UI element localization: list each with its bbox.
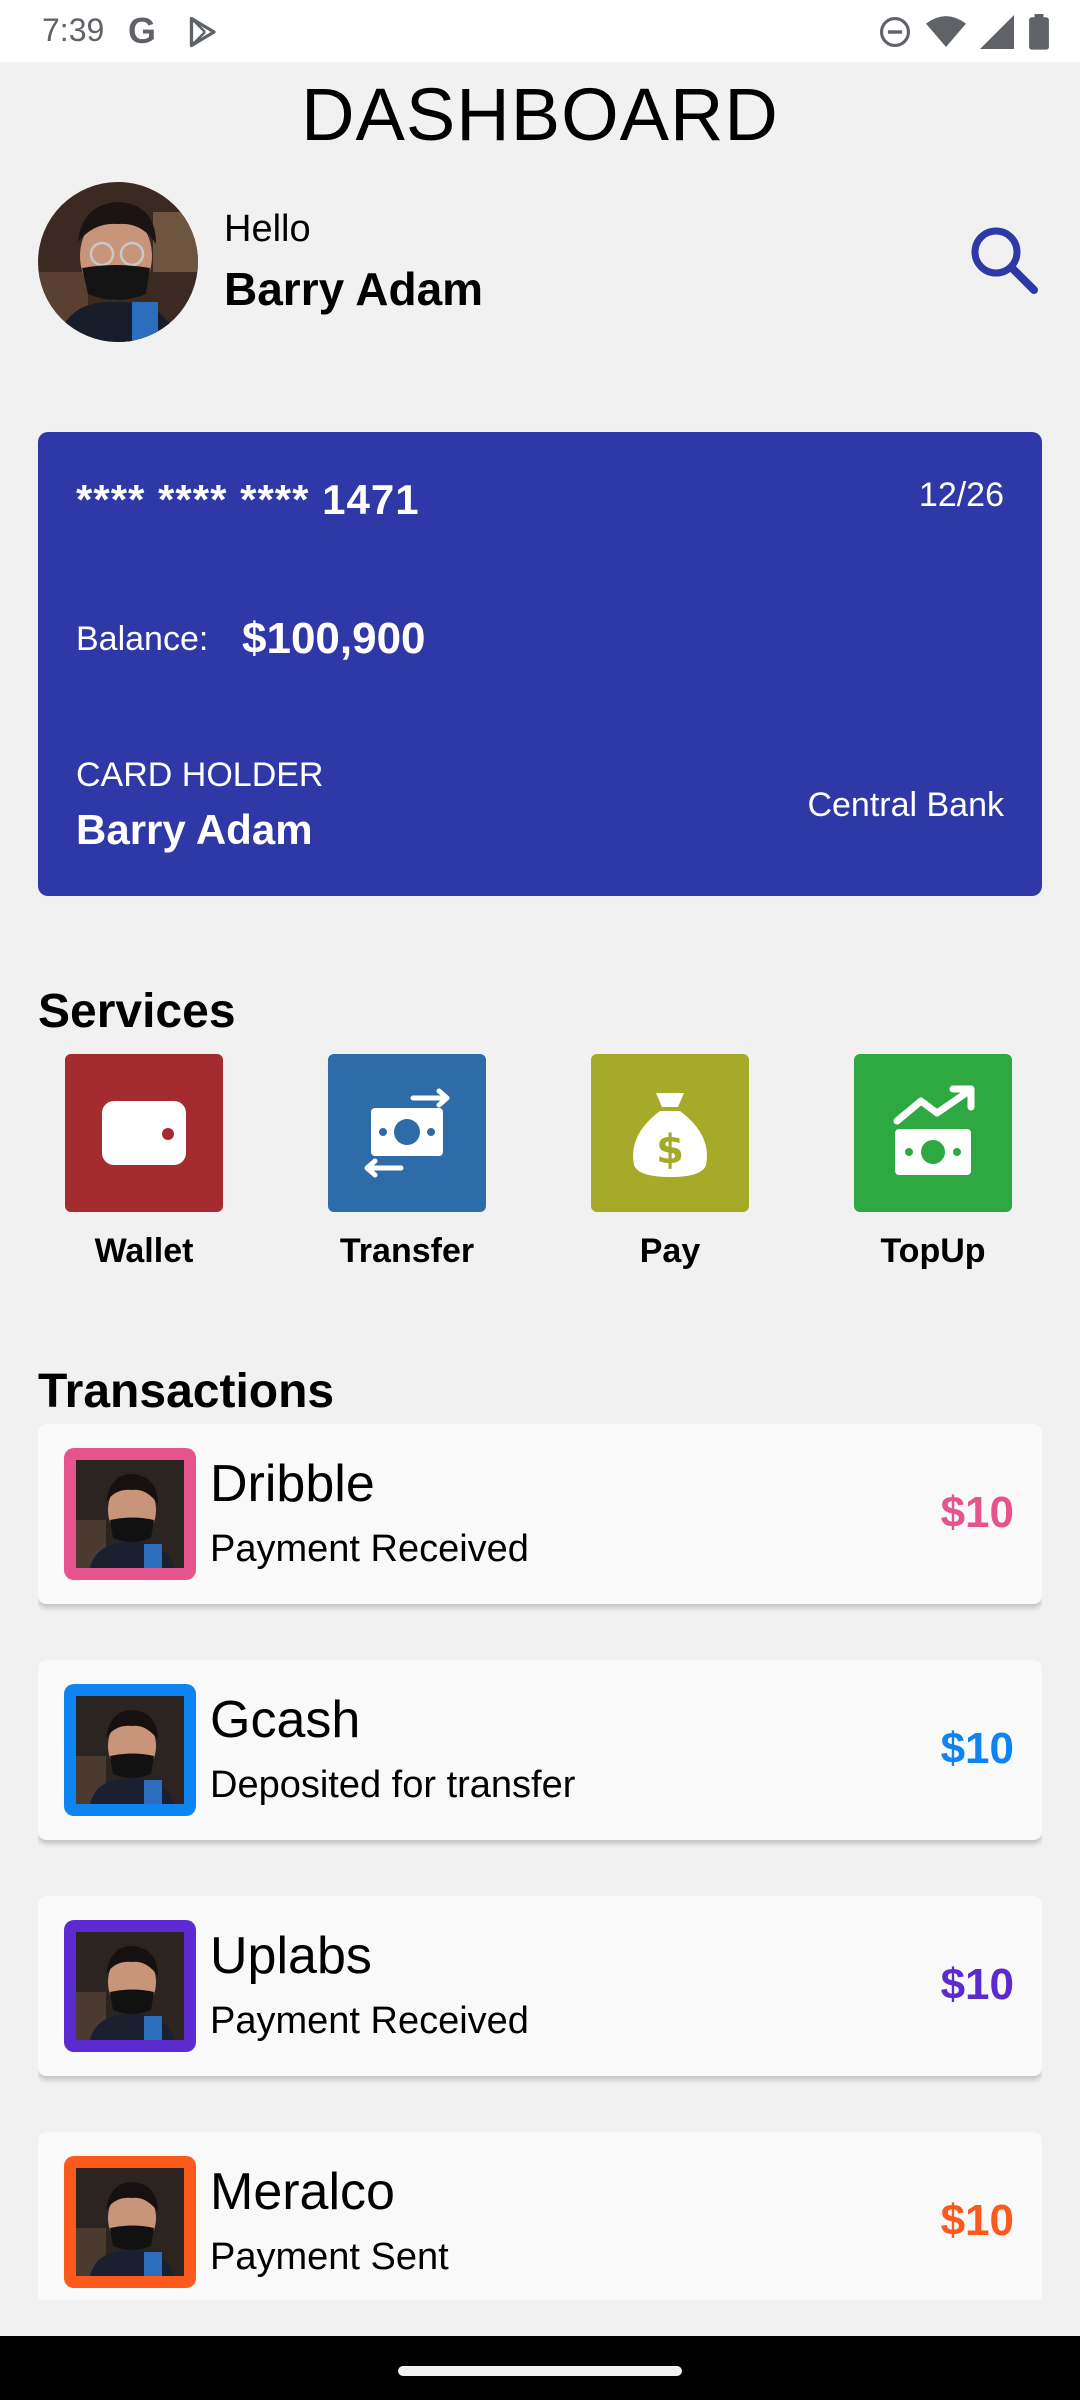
card-number: **** **** **** 1471 <box>76 476 420 523</box>
transaction-description: Deposited for transfer <box>210 1764 576 1806</box>
transaction-item[interactable]: Uplabs Payment Received $10 <box>38 1896 1042 2076</box>
status-bar: 7:39 G <box>0 0 1080 62</box>
photo <box>76 1460 184 1568</box>
battery-icon <box>1029 14 1049 50</box>
service-label: Wallet <box>94 1232 194 1270</box>
avatar[interactable] <box>38 182 198 342</box>
photo <box>76 2168 184 2276</box>
service-wallet[interactable]: Wallet <box>34 1054 254 1271</box>
transaction-name: Uplabs <box>210 1927 372 1985</box>
svg-text:$: $ <box>656 1127 684 1173</box>
transactions-list[interactable]: Dribble Payment Received $10 Gcash Depos… <box>38 1424 1042 2300</box>
card-holder-label: CARD HOLDER <box>76 756 324 794</box>
transaction-amount: $10 <box>940 1488 1014 1537</box>
transaction-thumbnail <box>64 2156 196 2288</box>
transaction-thumbnail <box>64 1684 196 1816</box>
service-label: Pay <box>639 1232 701 1270</box>
status-time: 7:39 <box>42 12 105 48</box>
google-icon: G <box>128 10 157 51</box>
bank-name: Central Bank <box>807 786 1004 824</box>
service-tile[interactable] <box>854 1054 1012 1212</box>
transaction-thumbnail <box>64 1920 196 2052</box>
transaction-description: Payment Received <box>210 2000 529 2042</box>
bank-card[interactable]: **** **** **** 1471 12/26 Balance: $100,… <box>38 432 1042 896</box>
money-bag-icon: $ <box>633 1093 707 1177</box>
home-indicator[interactable] <box>398 2366 682 2376</box>
balance-label: Balance: <box>76 620 209 658</box>
money-transfer-icon <box>364 1088 450 1178</box>
service-tile[interactable] <box>65 1054 223 1212</box>
service-pay[interactable]: $ Pay <box>560 1054 780 1271</box>
money-trend-up-icon <box>893 1085 975 1175</box>
card-expiry: 12/26 <box>918 476 1004 514</box>
transaction-description: Payment Sent <box>210 2236 449 2278</box>
search-icon <box>971 227 1038 294</box>
transaction-amount: $10 <box>940 1960 1014 2009</box>
search-button[interactable] <box>966 222 1042 298</box>
service-transfer[interactable]: Transfer <box>297 1054 517 1271</box>
transaction-thumbnail <box>64 1448 196 1580</box>
wifi-icon <box>926 16 966 47</box>
transaction-name: Dribble <box>210 1455 375 1513</box>
photo <box>76 1696 184 1804</box>
transaction-name: Gcash <box>210 1691 361 1749</box>
transaction-description: Payment Received <box>210 1528 529 1570</box>
greeting-text: Hello <box>224 208 311 250</box>
page-title: DASHBOARD <box>301 73 779 156</box>
service-topup[interactable]: TopUp <box>823 1054 1043 1271</box>
service-label: TopUp <box>880 1232 986 1270</box>
transaction-amount: $10 <box>940 2196 1014 2245</box>
signal-icon <box>980 15 1014 49</box>
transactions-title: Transactions <box>38 1365 335 1418</box>
card-holder-name: Barry Adam <box>76 806 313 853</box>
user-name: Barry Adam <box>224 263 484 315</box>
service-tile[interactable] <box>328 1054 486 1212</box>
transaction-item[interactable]: Meralco Payment Sent $10 <box>38 2132 1042 2300</box>
service-label: Transfer <box>339 1232 475 1270</box>
transaction-item[interactable]: Gcash Deposited for transfer $10 <box>38 1660 1042 1840</box>
transaction-item[interactable]: Dribble Payment Received $10 <box>38 1424 1042 1604</box>
photo <box>76 1932 184 2040</box>
do-not-disturb-icon <box>879 16 911 48</box>
service-tile[interactable]: $ <box>591 1054 749 1212</box>
transaction-name: Meralco <box>210 2163 395 2221</box>
play-store-icon <box>189 16 216 48</box>
wallet-icon <box>102 1101 186 1165</box>
services-title: Services <box>38 985 236 1038</box>
balance-value: $100,900 <box>242 614 426 663</box>
transaction-amount: $10 <box>940 1724 1014 1773</box>
